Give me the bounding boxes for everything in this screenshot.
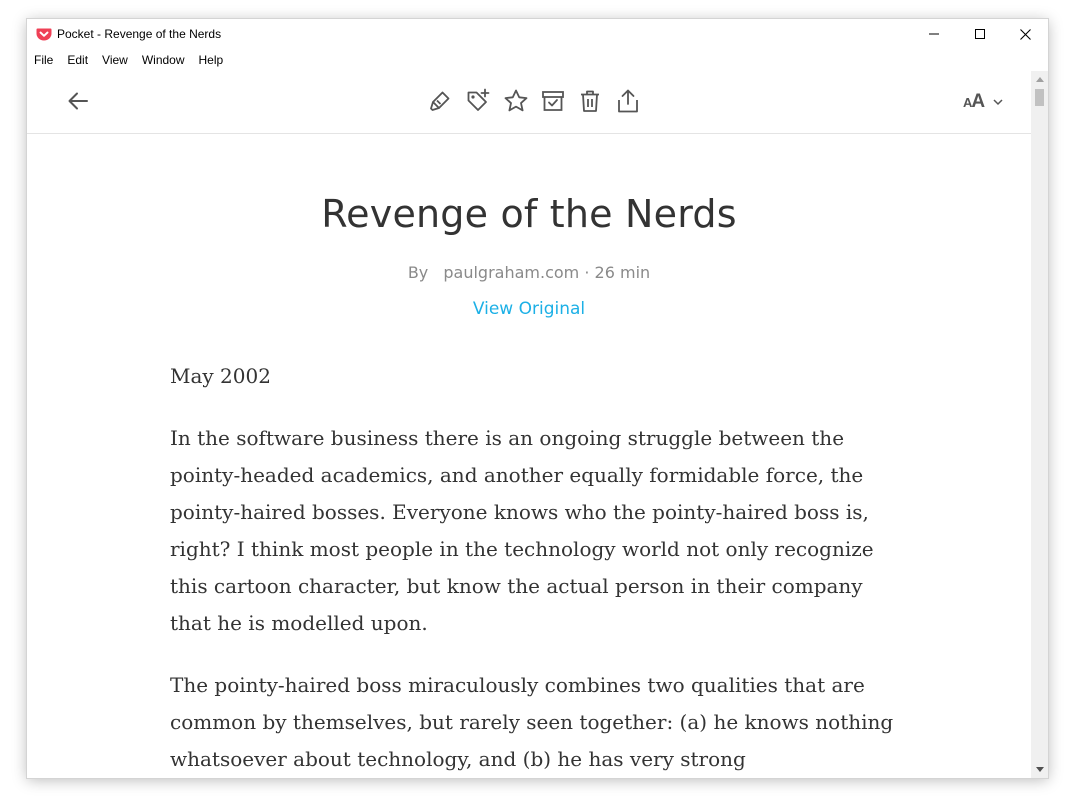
article-byline: By paulgraham.com · 26 min (27, 263, 1031, 282)
maximize-icon (975, 29, 985, 39)
share-icon (618, 89, 638, 113)
chevron-down-icon (993, 98, 1003, 105)
byline-separator: · (584, 263, 590, 282)
arrow-down-icon (1035, 767, 1044, 772)
read-time: 26 min (594, 263, 651, 282)
menu-window[interactable]: Window (135, 49, 192, 71)
menu-help[interactable]: Help (192, 49, 231, 71)
article-paragraph: In the software business there is an ong… (170, 426, 874, 635)
menu-view[interactable]: View (95, 49, 135, 71)
article-view[interactable]: Revenge of the Nerds By paulgraham.com ·… (27, 134, 1031, 778)
font-size-icon: AA (963, 91, 986, 112)
share-button[interactable] (613, 86, 643, 116)
article-source: paulgraham.com (443, 263, 580, 282)
menu-edit[interactable]: Edit (60, 49, 95, 71)
star-icon (504, 89, 528, 112)
window-title: Pocket - Revenge of the Nerds (57, 27, 222, 41)
article-paragraph: The pointy-haired boss miraculously comb… (170, 673, 894, 771)
minimize-icon (929, 33, 939, 35)
archive-button[interactable] (538, 86, 568, 116)
menu-file[interactable]: File (27, 49, 60, 71)
add-tag-button[interactable] (463, 86, 493, 116)
view-original-link[interactable]: View Original (27, 299, 1031, 319)
tag-add-icon (467, 88, 490, 111)
article-title: Revenge of the Nerds (321, 192, 737, 236)
favorite-button[interactable] (501, 86, 531, 116)
maximize-button[interactable] (957, 19, 1003, 49)
vertical-scrollbar[interactable] (1031, 71, 1048, 778)
scroll-thumb[interactable] (1035, 89, 1044, 106)
close-icon (1019, 28, 1031, 40)
arrow-left-icon (68, 92, 88, 110)
scroll-down-arrow[interactable] (1031, 761, 1048, 778)
close-button[interactable] (1002, 19, 1048, 49)
menu-bar: File Edit View Window Help (27, 49, 1048, 71)
back-button[interactable] (63, 86, 93, 116)
delete-button[interactable] (575, 86, 605, 116)
highlight-button[interactable] (425, 86, 455, 116)
article-paragraph: May 2002 (170, 364, 271, 388)
scroll-up-arrow[interactable] (1031, 71, 1048, 88)
highlighter-icon (430, 91, 450, 111)
display-settings-button[interactable]: AA (963, 89, 1003, 115)
archive-icon (542, 91, 564, 111)
view-original-label[interactable]: View Original (473, 299, 585, 319)
article-body: May 2002 In the software business there … (170, 358, 900, 778)
byline-label: By (407, 263, 429, 282)
reader-toolbar: AA (27, 71, 1031, 134)
pocket-logo-icon (36, 26, 52, 42)
arrow-up-icon (1035, 77, 1044, 82)
title-bar[interactable]: Pocket - Revenge of the Nerds (27, 19, 1048, 49)
minimize-button[interactable] (911, 19, 957, 49)
app-window: Pocket - Revenge of the Nerds File Edit … (27, 19, 1048, 778)
trash-icon (581, 90, 599, 112)
